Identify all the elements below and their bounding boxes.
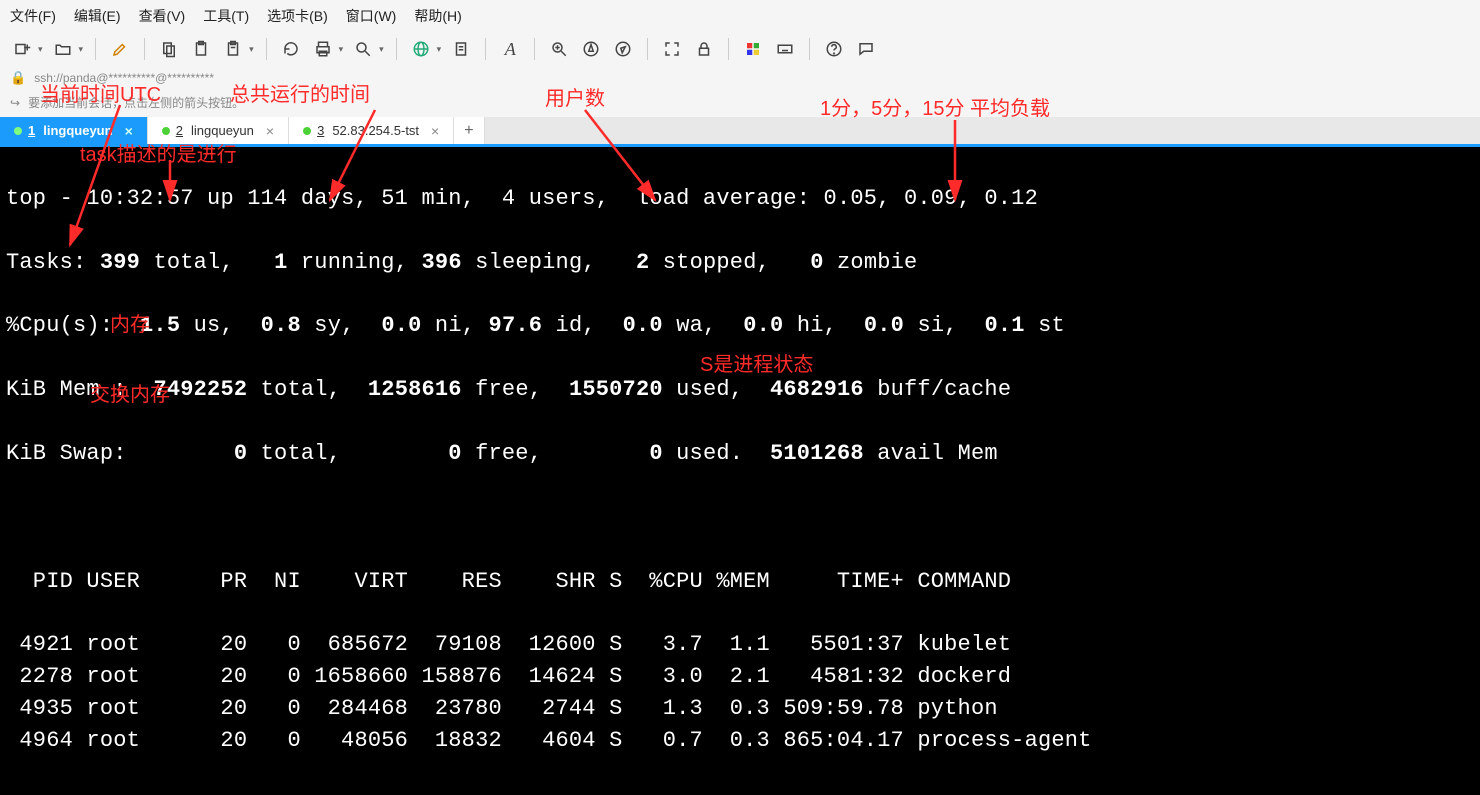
top-mem-line: KiB Mem : 7492252 total, 1258616 free, 1… bbox=[6, 374, 1474, 406]
search-icon[interactable] bbox=[351, 38, 375, 60]
close-icon[interactable]: × bbox=[431, 123, 439, 139]
paste-icon[interactable] bbox=[189, 38, 213, 60]
address-bar: 🔒 ssh://panda@**********@********** bbox=[0, 66, 1480, 90]
font-icon[interactable]: A bbox=[498, 38, 522, 60]
tab-1[interactable]: 1 lingqueyun × bbox=[0, 117, 148, 144]
close-icon[interactable]: × bbox=[125, 123, 133, 139]
bookmark-arrow-icon[interactable]: ↪ bbox=[10, 96, 20, 110]
chat-icon[interactable] bbox=[854, 38, 878, 60]
menu-window[interactable]: 窗口(W) bbox=[346, 6, 397, 26]
menu-edit[interactable]: 编辑(E) bbox=[74, 6, 121, 26]
process-row: 4921 root 20 0 685672 79108 12600 S 3.7 … bbox=[6, 629, 1474, 661]
copy-icon[interactable] bbox=[157, 38, 181, 60]
menu-view[interactable]: 查看(V) bbox=[139, 6, 186, 26]
hint-bar: ↪ 要添加当前会话，点击左侧的箭头按钮。 bbox=[0, 90, 1480, 117]
menu-help[interactable]: 帮助(H) bbox=[414, 6, 461, 26]
tab-label: lingqueyun bbox=[43, 123, 112, 138]
blank-line bbox=[6, 502, 1474, 534]
new-tab-icon[interactable] bbox=[10, 38, 34, 60]
clipboard3-icon[interactable] bbox=[449, 38, 473, 60]
lock-icon[interactable] bbox=[692, 38, 716, 60]
tab-label: 52.83.254.5-tst bbox=[332, 123, 419, 138]
zoom-in-icon[interactable] bbox=[547, 38, 571, 60]
top-cpu-line: %Cpu(s): 1.5 us, 0.8 sy, 0.0 ni, 97.6 id… bbox=[6, 310, 1474, 342]
tab-num: 3 bbox=[317, 123, 324, 138]
print-icon[interactable] bbox=[311, 38, 335, 60]
lock-small-icon: 🔒 bbox=[10, 70, 26, 86]
proc-header: PID USER PR NI VIRT RES SHR S %CPU %MEM … bbox=[6, 566, 1474, 598]
terminal[interactable]: top - 10:32:57 up 114 days, 51 min, 4 us… bbox=[0, 147, 1480, 795]
compass2-icon[interactable] bbox=[579, 38, 603, 60]
top-tasks-line: Tasks: 399 total, 1 running, 396 sleepin… bbox=[6, 247, 1474, 279]
clipboard2-icon[interactable] bbox=[221, 38, 245, 60]
tab-label: lingqueyun bbox=[191, 123, 254, 138]
tab-num: 2 bbox=[176, 123, 183, 138]
menu-bar: 文件(F) 编辑(E) 查看(V) 工具(T) 选项卡(B) 窗口(W) 帮助(… bbox=[0, 0, 1480, 32]
color-icon[interactable] bbox=[741, 38, 765, 60]
process-row: 4964 root 20 0 48056 18832 4604 S 0.7 0.… bbox=[6, 725, 1474, 757]
keyboard-icon[interactable] bbox=[773, 38, 797, 60]
close-icon[interactable]: × bbox=[266, 123, 274, 139]
menu-file[interactable]: 文件(F) bbox=[10, 6, 56, 26]
refresh-icon[interactable] bbox=[279, 38, 303, 60]
toolbar: ▾ ▾ ▾ ▾ ▾ ▾ A bbox=[0, 32, 1480, 66]
status-dot-icon bbox=[14, 127, 22, 135]
menu-tools[interactable]: 工具(T) bbox=[203, 6, 249, 26]
top-swap-line: KiB Swap: 0 total, 0 free, 0 used. 51012… bbox=[6, 438, 1474, 470]
process-row: 4935 root 20 0 284468 23780 2744 S 1.3 0… bbox=[6, 693, 1474, 725]
tab-2[interactable]: 2 lingqueyun × bbox=[148, 117, 289, 144]
globe-icon[interactable] bbox=[409, 38, 433, 60]
status-dot-icon bbox=[162, 127, 170, 135]
tab-strip: 1 lingqueyun × 2 lingqueyun × 3 52.83.25… bbox=[0, 117, 1480, 147]
top-summary-line: top - 10:32:57 up 114 days, 51 min, 4 us… bbox=[6, 183, 1474, 215]
edit-icon[interactable] bbox=[108, 38, 132, 60]
tab-3[interactable]: 3 52.83.254.5-tst × bbox=[289, 117, 454, 144]
open-icon[interactable] bbox=[51, 38, 75, 60]
help-icon[interactable] bbox=[822, 38, 846, 60]
menu-tabs[interactable]: 选项卡(B) bbox=[267, 6, 328, 26]
fullscreen-icon[interactable] bbox=[660, 38, 684, 60]
compass-icon[interactable] bbox=[611, 38, 635, 60]
status-dot-icon bbox=[303, 127, 311, 135]
tab-num: 1 bbox=[28, 123, 35, 138]
tab-add-button[interactable]: + bbox=[454, 117, 484, 144]
hint-text: 要添加当前会话，点击左侧的箭头按钮。 bbox=[28, 94, 244, 111]
process-row: 2278 root 20 0 1658660 158876 14624 S 3.… bbox=[6, 661, 1474, 693]
address-text: ssh://panda@**********@********** bbox=[34, 71, 214, 85]
